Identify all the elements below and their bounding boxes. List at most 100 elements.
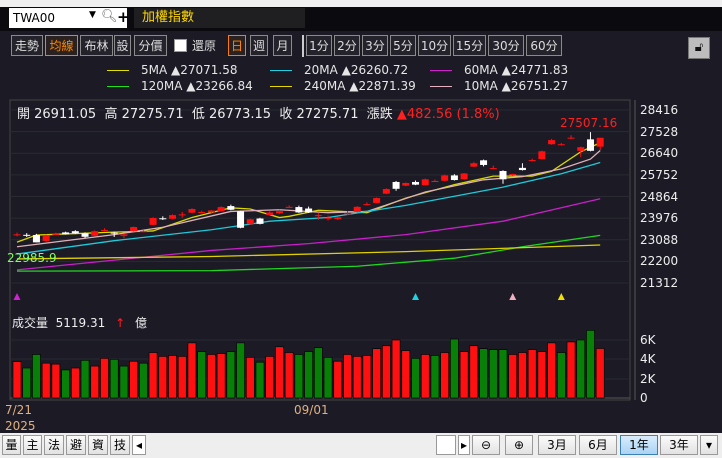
tab-main-force[interactable]: 主 <box>23 435 42 455</box>
ma-line-240ma <box>16 244 601 260</box>
volume-tick: 2K <box>640 372 656 386</box>
volume-bar <box>119 365 129 399</box>
volume-bar <box>595 348 605 399</box>
volume-bar <box>488 349 498 399</box>
signal-triangle-icon <box>13 293 21 300</box>
open-value: 開 26911.05 <box>17 107 97 122</box>
candle-body <box>207 210 215 213</box>
volume-bar <box>304 351 313 399</box>
volume-bar <box>294 354 304 399</box>
volume-bar <box>314 347 323 399</box>
candle-body <box>324 217 332 219</box>
candle-body <box>363 204 371 206</box>
volume-bar <box>187 342 197 399</box>
candle-body <box>567 137 575 139</box>
candle-body <box>275 211 283 214</box>
range-dropdown-chevron-down-icon[interactable]: ▾ <box>700 435 718 455</box>
volume-tick: 0 <box>640 391 648 405</box>
volume-bar <box>12 361 22 399</box>
candle-body <box>100 229 108 231</box>
signal-triangle-icon <box>412 293 420 300</box>
candle-body <box>421 179 429 186</box>
scroll-left-button[interactable]: ◂ <box>132 435 146 455</box>
candle-body <box>71 231 79 234</box>
range-1y-button[interactable]: 1年 <box>620 435 658 455</box>
candle-body <box>227 206 235 210</box>
price-tick: 23976 <box>640 211 679 225</box>
volume-bar <box>158 356 168 399</box>
volume-bar <box>479 348 488 399</box>
candle-body <box>42 235 50 241</box>
candle-body <box>237 211 245 228</box>
price-chart[interactable] <box>0 0 722 458</box>
tab-volume[interactable]: 量 <box>2 435 21 455</box>
volume-bar <box>362 355 372 399</box>
candle-body <box>52 233 60 235</box>
high-marker: 27507.16 <box>560 116 618 130</box>
volume-bar <box>41 362 51 399</box>
candle-body <box>596 137 604 147</box>
signal-triangle-icon <box>557 293 565 300</box>
volume-bar <box>284 352 294 399</box>
candles <box>13 132 604 243</box>
volume-bar <box>32 354 41 399</box>
scrollbar-thumb[interactable] <box>436 435 456 455</box>
low-marker: 22985.9 <box>7 251 57 265</box>
candle-body <box>159 218 167 220</box>
ma-line-5ma <box>16 142 601 243</box>
candle-body <box>198 211 206 213</box>
tab-hedge[interactable]: 避 <box>66 435 86 455</box>
candle-body <box>13 234 21 236</box>
volume-bar <box>168 355 177 399</box>
volume-bar <box>80 359 90 399</box>
tab-margin[interactable]: 資 <box>88 435 108 455</box>
volume-bar <box>440 352 449 399</box>
candle-body <box>149 218 157 225</box>
volume-bar <box>372 348 381 399</box>
candle-body <box>489 168 497 170</box>
volume-bar <box>197 351 206 399</box>
volume-bar <box>586 330 595 399</box>
scroll-right-button[interactable]: ▸ <box>458 435 470 455</box>
volume-bar <box>265 356 275 399</box>
candle-body <box>382 189 390 194</box>
volume-bar <box>391 339 401 399</box>
candle-body <box>518 167 526 171</box>
candle-body <box>91 231 99 236</box>
volume-bar <box>411 358 420 399</box>
volume-bar <box>527 349 537 399</box>
range-3y-button[interactable]: 3年 <box>660 435 698 455</box>
price-tick: 23088 <box>640 233 679 247</box>
arrow-up-icon: ↑ <box>115 316 126 330</box>
candle-body <box>246 219 254 225</box>
volume-bar <box>207 354 216 399</box>
volume-value: 5119.31 <box>55 316 106 330</box>
tab-institutional[interactable]: 法 <box>44 435 64 455</box>
range-3m-button[interactable]: 3月 <box>538 435 576 455</box>
candle-body <box>343 213 351 215</box>
candle-body <box>295 207 303 213</box>
tab-technical[interactable]: 技 <box>110 435 130 455</box>
volume-bar <box>333 360 343 399</box>
zoom-out-icon[interactable]: ⊖ <box>472 435 500 455</box>
volume-bar <box>450 338 459 399</box>
candle-body <box>441 175 449 181</box>
volume-tick: 4K <box>640 352 656 366</box>
date-mid: 09/01 <box>294 403 329 417</box>
candle-body <box>62 232 70 235</box>
signal-markers <box>13 293 565 300</box>
close-value: 收 27275.71 <box>279 107 359 122</box>
volume-bar <box>430 355 440 399</box>
volume-bar <box>245 357 255 399</box>
volume-bar <box>71 367 80 399</box>
volume-bar <box>576 339 586 399</box>
volume-bar <box>401 350 411 399</box>
candle-body <box>256 218 264 224</box>
range-6m-button[interactable]: 6月 <box>579 435 617 455</box>
price-tick: 25752 <box>640 168 679 182</box>
high-value: 高 27275.71 <box>104 107 184 122</box>
price-tick: 21312 <box>640 276 679 290</box>
volume-bar <box>420 354 430 399</box>
zoom-in-icon[interactable]: ⊕ <box>505 435 533 455</box>
candle-body <box>130 227 138 232</box>
